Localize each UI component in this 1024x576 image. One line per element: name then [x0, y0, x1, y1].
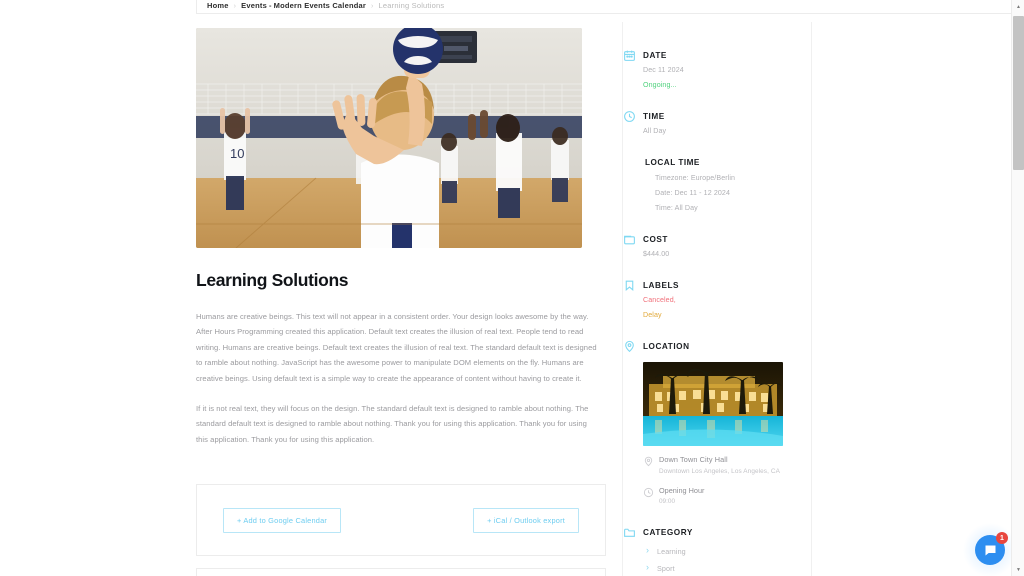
ical-outlook-export-button[interactable]: + iCal / Outlook export: [473, 507, 579, 533]
breadcrumb-current: Learning Solutions: [378, 1, 445, 10]
sidebar-local-time-time: Time: All Day: [655, 203, 698, 212]
breadcrumb-separator-icon-2: ›: [371, 3, 374, 10]
event-detail-sidebar: DATE Dec 11 2024 Ongoing... TIME All Day…: [622, 22, 812, 576]
sidebar-local-time-date: Date: Dec 11 - 12 2024: [655, 188, 731, 197]
clock-small-icon: [643, 487, 654, 498]
pin-small-icon: [643, 456, 654, 467]
page-scrollbar[interactable]: ▲ ▼: [1011, 0, 1024, 576]
sidebar-label-delay[interactable]: Delay: [643, 310, 793, 322]
event-hero-image: 10: [196, 28, 582, 248]
sidebar-time-block: TIME All Day: [624, 111, 793, 138]
breadcrumb-separator-icon: ›: [233, 3, 237, 10]
sidebar-labels-block: LABELS Canceled, Delay: [625, 280, 793, 322]
sidebar-time-heading: TIME: [643, 112, 665, 121]
sidebar-location-heading: LOCATION: [643, 342, 690, 351]
sidebar-date-heading: DATE: [643, 51, 667, 60]
location-address: Downtown Los Angeles, Los Angeles, CA: [659, 468, 780, 475]
message-icon: [985, 545, 995, 555]
sidebar-cost-heading: COST: [643, 234, 668, 244]
breadcrumb-calendar[interactable]: Modern Events Calendar: [274, 1, 366, 10]
svg-text:10: 10: [230, 146, 244, 161]
breadcrumb-home[interactable]: Home: [207, 1, 229, 10]
sidebar-cost-block: COST $444.00: [624, 234, 793, 261]
main-content: 10 Learning Solutions Humans are creativ…: [196, 28, 608, 576]
breadcrumb-events[interactable]: Events: [241, 1, 267, 10]
sidebar-category-heading: CATEGORY: [643, 528, 693, 537]
calendar-icon: [623, 49, 636, 62]
sidebar-labels-heading: LABELS: [643, 281, 680, 290]
chat-widget[interactable]: 1: [962, 522, 1018, 576]
sidebar-date-block: DATE Dec 11 2024 Ongoing...: [624, 50, 793, 91]
add-to-google-calendar-button[interactable]: + Add to Google Calendar: [223, 507, 342, 533]
chat-unread-badge: 1: [996, 532, 1008, 544]
sidebar-local-time-heading: LOCAL TIME: [645, 157, 700, 167]
sidebar-time-value: All Day: [643, 127, 667, 135]
sidebar-cost-value: $444.00: [643, 249, 670, 258]
sidebar-local-time-timezone: Timezone: Europe/Berlin: [655, 173, 736, 182]
scrollbar-up-arrow-icon[interactable]: ▲: [1012, 0, 1024, 13]
sidebar-location-block: LOCATION Down Town City Hall Downtown Lo…: [625, 340, 793, 507]
pin-icon: [623, 340, 636, 353]
event-description-paragraph-1: Humans are creative beings. This text wi…: [196, 312, 597, 383]
wallet-icon: [623, 233, 636, 246]
opening-hour-label: Opening Hour: [659, 486, 705, 495]
location-thumbnail-image[interactable]: [643, 362, 783, 446]
event-detail-page: Home › Events - Modern Events Calendar ›…: [0, 0, 1024, 576]
sidebar-date-value: Dec 11 2024: [643, 66, 684, 74]
event-description-paragraph-2: If it is not real text, they will focus …: [196, 404, 589, 444]
location-name[interactable]: Down Town City Hall: [659, 455, 780, 465]
scrollbar-down-arrow-icon[interactable]: ▼: [1012, 563, 1024, 576]
clock-icon: [623, 110, 636, 123]
location-name-row: Down Town City Hall Downtown Los Angeles…: [643, 455, 793, 477]
sidebar-date-status: Ongoing...: [643, 80, 677, 89]
opening-hour-value: 09:00: [659, 498, 675, 505]
calendar-export-card: + Add to Google Calendar + iCal / Outloo…: [196, 484, 606, 557]
scrollbar-thumb[interactable]: [1013, 16, 1024, 170]
page-title: Learning Solutions: [196, 270, 349, 290]
sidebar-local-time-block: LOCAL TIME Timezone: Europe/Berlin Date:…: [645, 158, 793, 212]
category-item-learning[interactable]: Learning: [643, 545, 793, 556]
bookmark-icon: [623, 279, 636, 292]
folder-icon: [623, 526, 636, 539]
breadcrumb-dash: -: [268, 1, 272, 10]
sidebar-label-canceled[interactable]: Canceled,: [643, 295, 793, 307]
breadcrumb: Home › Events - Modern Events Calendar ›…: [196, 0, 1012, 14]
sidebar-category-block: CATEGORY Learning Sport: [624, 527, 793, 573]
category-item-sport[interactable]: Sport: [643, 562, 793, 573]
event-ongoing-card: The event is ongoing.: [196, 568, 606, 576]
opening-hour-row: Opening Hour 09:00: [643, 486, 793, 507]
